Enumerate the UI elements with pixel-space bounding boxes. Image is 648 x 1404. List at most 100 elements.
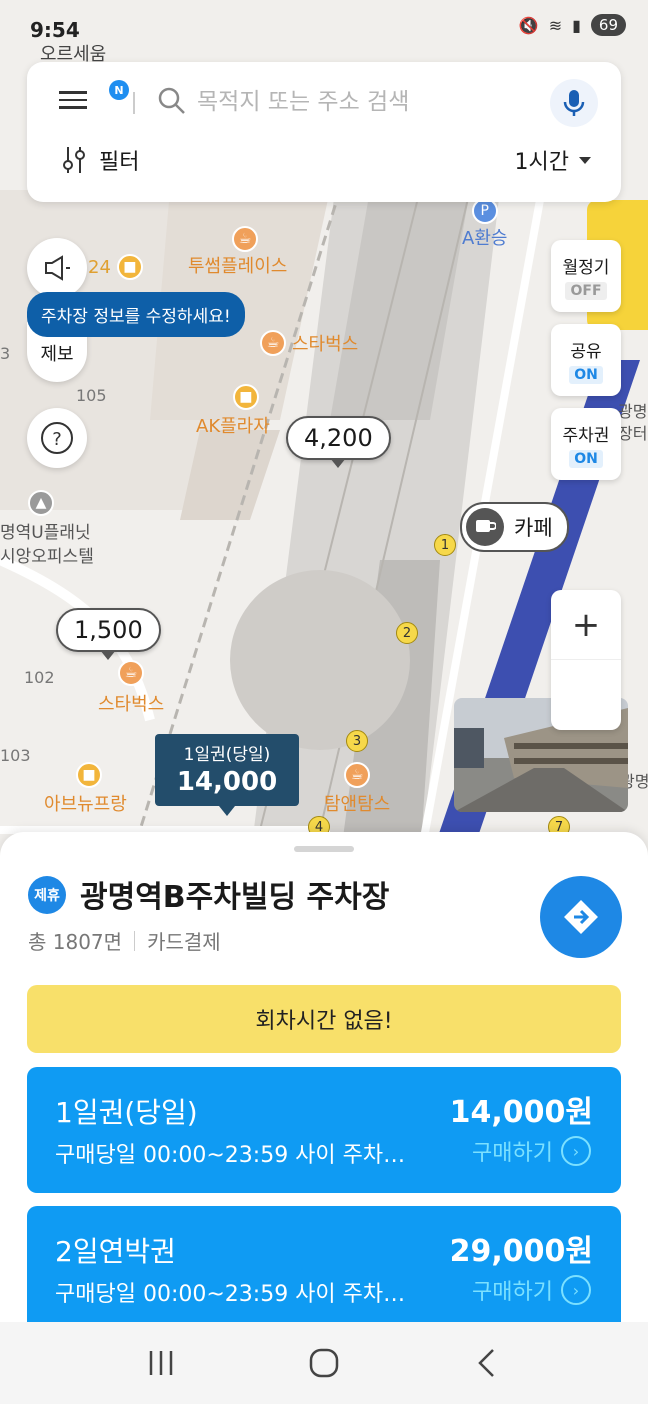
ticket-card[interactable]: 2일연박권 29,000원 구매당일 00:00~23:59 사이 주차… 구매… (27, 1206, 621, 1332)
poi-starbucks-1[interactable]: ☕ 스타벅스 (260, 330, 358, 356)
toggle-shared[interactable]: 공유 ON (551, 324, 621, 396)
buy-button[interactable]: 구매하기 › (472, 1274, 591, 1306)
price-marker[interactable]: 4,200 (286, 416, 391, 468)
ticket-name: 2일연박권 (55, 1235, 176, 1268)
navigate-button[interactable] (540, 876, 622, 958)
price-marker[interactable]: 1,500 (56, 608, 161, 660)
building-icon: ▲ (28, 490, 54, 516)
report-label: 제보 (40, 344, 74, 365)
buy-button[interactable]: 구매하기 › (472, 1135, 591, 1167)
poi-a-transfer[interactable]: P A환승 (462, 198, 507, 250)
partner-badge: 제휴 (28, 876, 66, 914)
toggle-monthly[interactable]: 월정기 OFF (551, 240, 621, 312)
ticket-description: 구매당일 00:00~23:59 사이 주차… (55, 1143, 406, 1168)
store-icon: ■ (116, 254, 143, 280)
menu-icon (59, 91, 87, 94)
ticket-price: 29,000원 (449, 1234, 593, 1269)
wifi-icon: ≋ (548, 15, 563, 35)
poi-ak-plaza[interactable]: ■ AK플라자 (196, 384, 270, 438)
poi-twosome[interactable]: ☕ (232, 226, 258, 252)
station-exit-marker[interactable]: 2 (396, 622, 418, 644)
toggle-label: 월정기 (562, 257, 610, 278)
total-spaces: 총 1807면 (28, 930, 123, 954)
poi-u-planet-2: 시앙오피스텔 (0, 547, 94, 567)
buy-label: 구매하기 (472, 1141, 553, 1166)
toggle-state: ON (569, 449, 603, 468)
system-nav-bar (0, 1322, 648, 1404)
building-number: 3 (0, 344, 11, 363)
zoom-control: + (551, 590, 621, 730)
ticket-description: 구매당일 00:00~23:59 사이 주차… (55, 1282, 406, 1307)
filter-button[interactable]: 필터 (61, 144, 139, 176)
toggle-state: OFF (565, 281, 607, 300)
zoom-in-button[interactable]: + (551, 590, 621, 660)
signal-icon: ▮ (572, 15, 581, 35)
menu-button[interactable]: N (59, 80, 129, 116)
edge-label: 장터 (618, 424, 648, 443)
divider (134, 930, 136, 951)
cafe-cup-icon (466, 508, 504, 546)
parking-lot-name: 광명역B주차빌딩 주차장 (80, 880, 390, 915)
cafe-icon: ☕ (260, 330, 286, 356)
menu-icon-bar (59, 98, 87, 101)
poi-abenupang[interactable]: ■ 아브뉴프랑 (44, 762, 127, 816)
back-button[interactable] (457, 1333, 517, 1393)
battery-indicator: 69 (590, 14, 626, 36)
divider (133, 92, 135, 114)
sheet-drag-handle[interactable] (294, 846, 354, 852)
poi-starbucks-2[interactable]: ☕ 스타벅스 (98, 660, 164, 716)
cafe-marker[interactable]: 카페 (460, 502, 569, 552)
poi-store24[interactable]: 24 ■ (88, 254, 143, 280)
mute-icon: 🔇 (518, 15, 539, 35)
status-time: 9:54 (30, 18, 80, 42)
poi-tamnaen[interactable]: ☕ 탐앤탐스 (324, 762, 390, 816)
new-badge: N (109, 80, 129, 100)
cafe-icon: ☕ (344, 762, 371, 788)
ticket-name: 1일권(당일) (55, 1096, 198, 1129)
toggle-ticket[interactable]: 주차권 ON (551, 408, 621, 480)
buy-label: 구매하기 (472, 1280, 553, 1305)
time-dropdown[interactable]: 1시간 (515, 144, 591, 176)
poi-u-planet-1: 명역U플래닛 (0, 523, 91, 543)
station-exit-marker[interactable]: 1 (434, 534, 456, 556)
building-number: 102 (24, 668, 55, 687)
poi-twosome-label[interactable]: 투썸플레이스 (188, 252, 287, 278)
poi-building: ▲ (28, 490, 54, 516)
building-number: 103 (0, 746, 31, 765)
direction-arrow-icon (564, 900, 598, 934)
station-exit-marker[interactable]: 3 (346, 730, 368, 752)
help-icon: ? (41, 422, 73, 454)
home-button[interactable] (294, 1333, 354, 1393)
selected-parking-marker[interactable]: 1일권(당일) 14,000 (155, 734, 299, 816)
filter-icon (63, 147, 85, 173)
home-icon (309, 1348, 339, 1378)
cafe-icon: ☕ (232, 226, 258, 252)
search-input[interactable] (197, 82, 557, 122)
announcement-button[interactable] (27, 238, 87, 298)
building-number: 105 (76, 386, 107, 405)
back-icon (477, 1349, 494, 1377)
mic-icon (563, 90, 585, 116)
search-icon (157, 86, 187, 120)
cafe-icon: ☕ (118, 660, 144, 686)
voice-search-button[interactable] (550, 79, 598, 127)
notice-banner: 회차시간 없음! (27, 985, 621, 1053)
ticket-card[interactable]: 1일권(당일) 14,000원 구매당일 00:00~23:59 사이 주차… … (27, 1067, 621, 1193)
chevron-right-icon: › (561, 1136, 591, 1166)
status-icons: 🔇 ≋ ▮ 69 (519, 14, 626, 36)
payment-method: 카드결제 (147, 930, 221, 954)
search-card: N 필터 1시간 (27, 62, 621, 202)
edit-info-tooltip[interactable]: 주차장 정보를 수정하세요! (27, 292, 245, 337)
shopping-bag-icon: ■ (232, 384, 259, 410)
ticket-price: 14,000원 (449, 1095, 593, 1130)
status-bar: 9:54 🔇 ≋ ▮ 69 (0, 0, 648, 60)
parking-lot-meta: 총 1807면 카드결제 (28, 926, 221, 955)
time-dropdown-value: 1시간 (514, 150, 569, 175)
recent-apps-button[interactable] (131, 1333, 191, 1393)
svg-text:?: ? (52, 429, 62, 450)
toggle-state: ON (569, 365, 603, 384)
edge-label: 광명 (618, 402, 648, 421)
help-button[interactable]: ? (27, 408, 87, 468)
megaphone-icon (45, 255, 70, 281)
filter-label: 필터 (99, 150, 140, 175)
